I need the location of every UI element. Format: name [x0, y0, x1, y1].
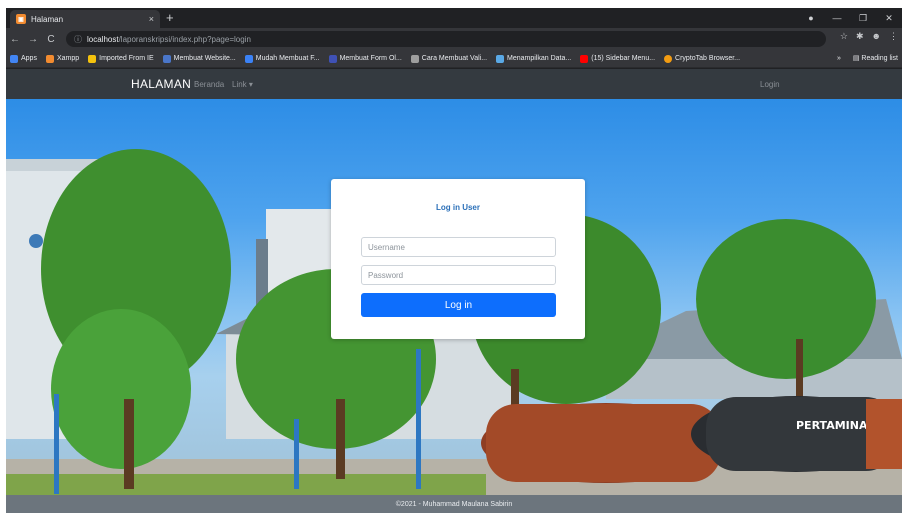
- back-icon[interactable]: ←: [6, 34, 24, 45]
- tab-close-icon[interactable]: ×: [149, 14, 154, 24]
- profile-icon[interactable]: ●: [798, 13, 824, 23]
- bookmark-item[interactable]: Imported From IE: [88, 54, 154, 63]
- reading-list-button[interactable]: Reading list: [861, 55, 898, 62]
- password-input[interactable]: [361, 265, 556, 285]
- youtube-icon: [580, 54, 589, 63]
- bookmark-item[interactable]: Cara Membuat Vali...: [410, 54, 488, 63]
- bookmark-item[interactable]: CryptoTab Browser...: [664, 54, 741, 63]
- toolbar-actions: ☆ ✱ ☻ ⋮: [840, 31, 898, 42]
- site-navbar: HALAMAN Beranda Link ▾ Login: [6, 69, 902, 99]
- page-footer: ©2021 - Muhammad Maulana Sabirin: [6, 495, 902, 513]
- url-path: /laporanskripsi/index.php?page=login: [118, 34, 251, 44]
- menu-icon[interactable]: ⋮: [889, 31, 898, 42]
- extensions-icon[interactable]: ✱: [856, 31, 864, 42]
- window-controls: ● — ❐ ✕: [798, 8, 902, 28]
- info-icon[interactable]: ⓘ: [74, 34, 82, 45]
- navbar-brand[interactable]: HALAMAN: [131, 77, 191, 91]
- site-icon: [162, 54, 171, 63]
- nav-link-dropdown[interactable]: Link ▾: [232, 80, 253, 89]
- new-tab-button[interactable]: +: [166, 10, 174, 26]
- close-window-icon[interactable]: ✕: [876, 13, 902, 24]
- web-page: HALAMAN Beranda Link ▾ Login PERTAMINA L…: [6, 69, 902, 513]
- nav-link-login[interactable]: Login: [760, 80, 780, 89]
- bookmark-label: Membuat Website...: [173, 55, 236, 62]
- reload-icon[interactable]: C: [42, 34, 60, 45]
- bookmark-item[interactable]: Mudah Membuat F...: [244, 54, 320, 63]
- xampp-icon: [45, 54, 54, 63]
- bookmark-item[interactable]: Apps: [10, 54, 37, 63]
- bookmark-label: Membuat Form Ol...: [339, 55, 402, 62]
- tab-strip: ▣ Halaman × + ● — ❐ ✕: [6, 8, 902, 28]
- login-title: Log in User: [435, 203, 480, 212]
- bookmarks-bar: Apps Xampp Imported From IE Membuat Webs…: [6, 50, 902, 68]
- bookmark-item[interactable]: Membuat Form Ol...: [328, 54, 402, 63]
- site-icon: [328, 54, 337, 63]
- bookmark-label: Menampilkan Data...: [507, 55, 572, 62]
- tab-title: Halaman: [31, 14, 64, 24]
- forward-icon[interactable]: →: [24, 34, 42, 45]
- reading-list-icon: ▤: [852, 55, 860, 62]
- apps-grid-icon: [10, 54, 18, 63]
- xampp-favicon-icon: ▣: [16, 14, 26, 24]
- bookmarks-more-button[interactable]: »: [837, 55, 841, 62]
- maximize-icon[interactable]: ❐: [850, 13, 876, 24]
- bookmark-label: Mudah Membuat F...: [255, 55, 320, 62]
- person-icon: [410, 54, 419, 63]
- tanker-logo-text: PERTAMINA: [796, 419, 868, 432]
- bookmark-item[interactable]: Xampp: [45, 54, 80, 63]
- browser-tab[interactable]: ▣ Halaman ×: [10, 10, 160, 28]
- address-bar[interactable]: ⓘ localhost /laporanskripsi/index.php?pa…: [66, 31, 826, 47]
- nav-link-beranda[interactable]: Beranda: [194, 80, 224, 89]
- login-button[interactable]: Log in: [361, 293, 556, 317]
- browser-toolbar: ← → C ⓘ localhost /laporanskripsi/index.…: [6, 28, 902, 50]
- bookmark-item[interactable]: Menampilkan Data...: [496, 54, 572, 63]
- bookmarks-right: » ▤ Reading list: [837, 54, 898, 62]
- bookmark-star-icon[interactable]: ☆: [840, 31, 848, 42]
- minimize-icon[interactable]: —: [824, 13, 850, 23]
- bookmark-label: Imported From IE: [99, 55, 154, 62]
- username-input[interactable]: [361, 237, 556, 257]
- browser-window: ▣ Halaman × + ● — ❐ ✕ ← → C ⓘ localhost …: [6, 8, 902, 513]
- folder-icon: [88, 54, 97, 63]
- login-card: Log in User Log in: [331, 179, 585, 339]
- cryptotab-icon: [664, 54, 673, 63]
- bookmark-item[interactable]: Membuat Website...: [162, 54, 236, 63]
- site-icon: [244, 54, 253, 63]
- url-host: localhost: [87, 34, 119, 44]
- bookmark-item[interactable]: (15) Sidebar Menu...: [580, 54, 656, 63]
- avatar[interactable]: ☻: [872, 31, 881, 42]
- background-photo: PERTAMINA Log in User Log in: [6, 99, 902, 495]
- bookmark-label: (15) Sidebar Menu...: [591, 55, 656, 62]
- bookmark-label: Cara Membuat Vali...: [421, 55, 488, 62]
- bookmark-label: CryptoTab Browser...: [675, 55, 741, 62]
- site-icon: [496, 54, 505, 63]
- bookmark-label: Xampp: [56, 55, 80, 62]
- bookmark-label: Apps: [21, 55, 37, 62]
- footer-copyright: ©2021 - Muhammad Maulana Sabirin: [395, 500, 513, 508]
